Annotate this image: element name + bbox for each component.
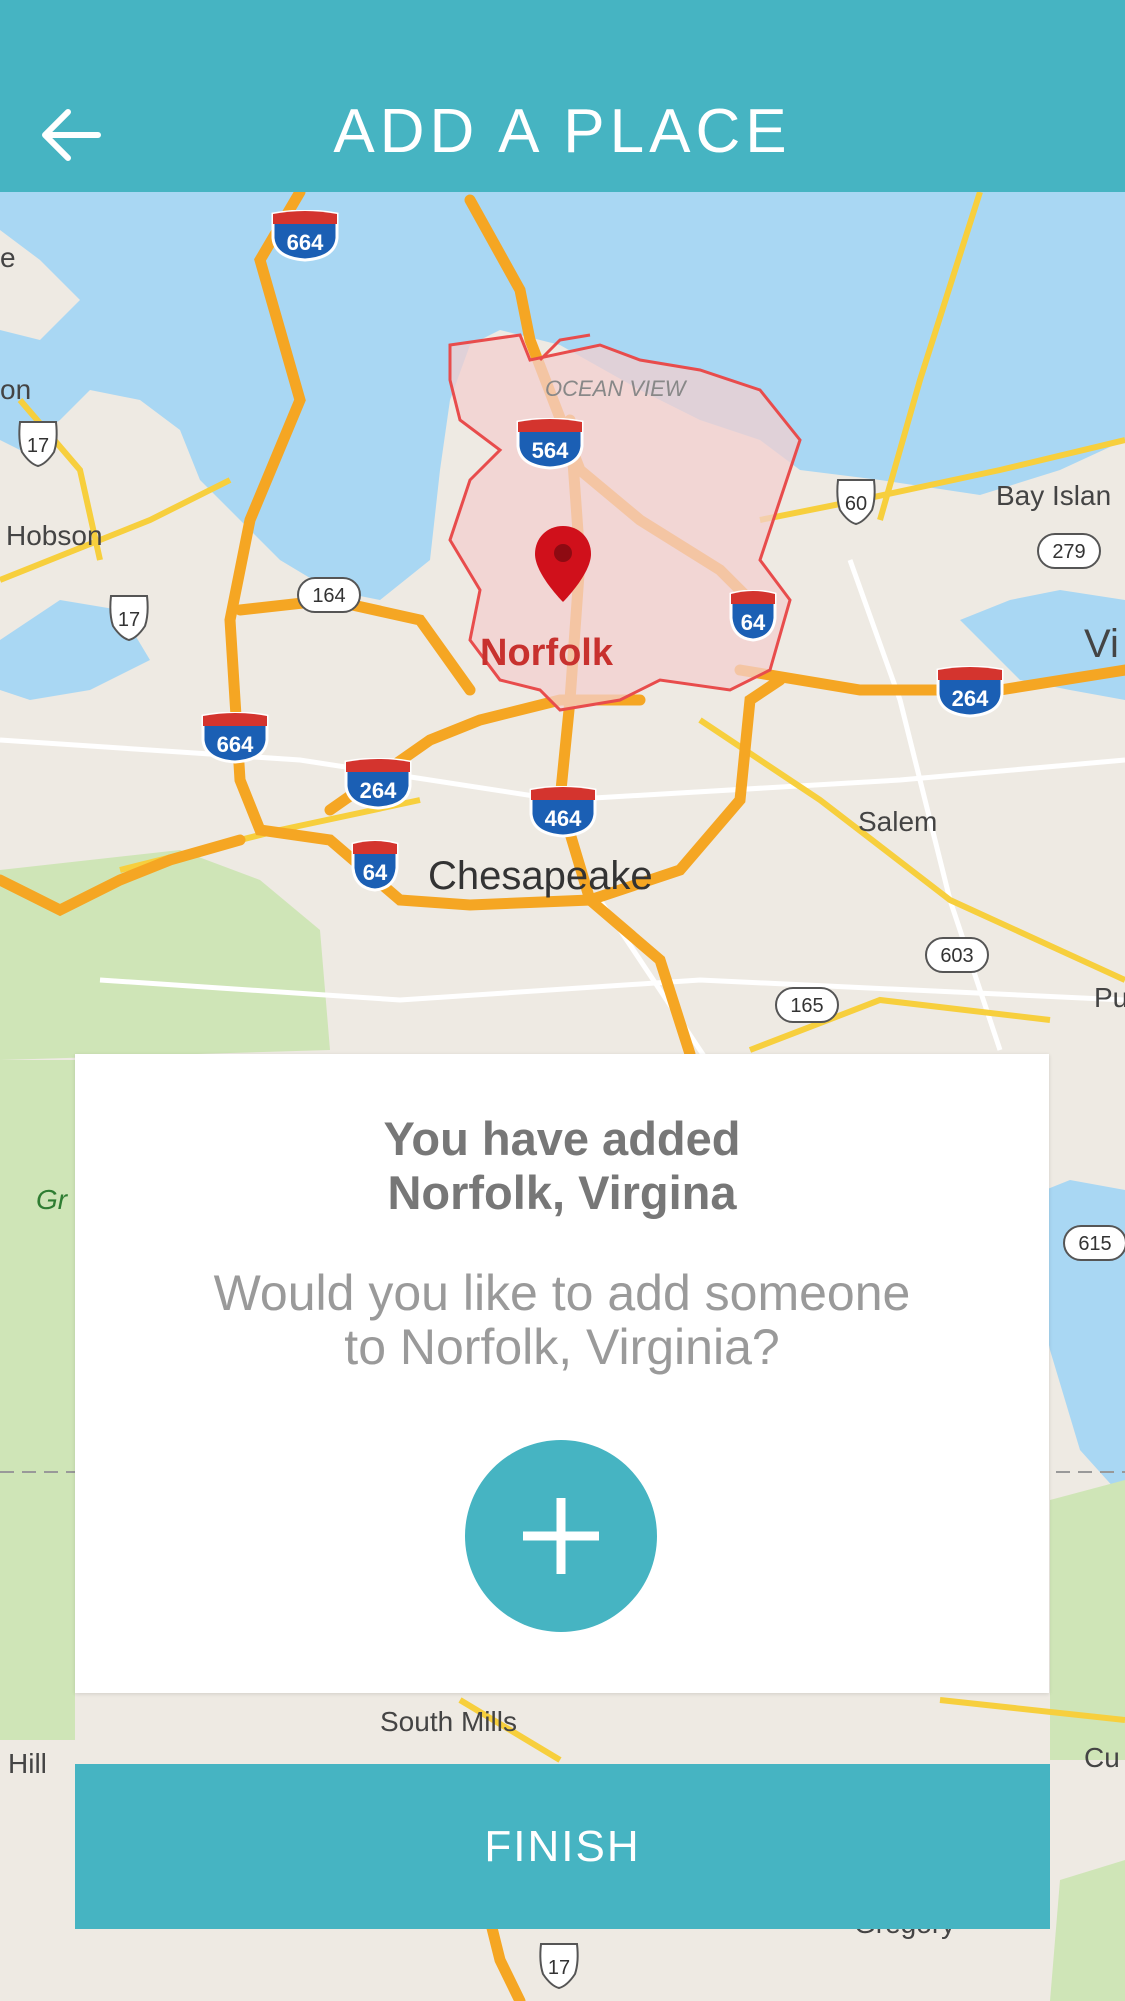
place-added-card: You have added Norfolk, Virgina Would yo… (75, 1054, 1049, 1693)
map-label-chesapeake: Chesapeake (428, 854, 653, 898)
card-title-line2: Norfolk, Virgina (387, 1166, 737, 1219)
shield-number: 615 (1078, 1233, 1111, 1255)
us-route-17-shield-icon: 17 (109, 595, 149, 642)
map-label-vi: Vi (1084, 622, 1119, 666)
map-label-gr: Gr (36, 1184, 68, 1215)
shield-number: 264 (360, 778, 397, 803)
shield-number: 17 (548, 1957, 570, 1979)
shield-number: 664 (217, 732, 254, 757)
shield-number: 17 (118, 609, 140, 631)
map-label-salem: Salem (858, 806, 938, 837)
shield-number: 165 (790, 995, 823, 1017)
shield-number: 464 (545, 806, 582, 831)
shield-number: 279 (1052, 541, 1085, 563)
map-pin-icon[interactable] (533, 524, 593, 604)
map-label-norfolk: Norfolk (480, 632, 613, 674)
map-label-ocean-view: OCEAN VIEW (545, 376, 686, 401)
finish-button[interactable]: FINISH (75, 1764, 1050, 1929)
interstate-664-shield-icon: 664 (201, 712, 269, 764)
shield-number: 664 (287, 230, 324, 255)
map-label-pu: Pu (1094, 982, 1125, 1013)
interstate-464-shield-icon: 464 (529, 786, 597, 838)
interstate-664-shield-icon: 664 (271, 210, 339, 262)
card-question-line2: to Norfolk, Virginia? (344, 1319, 780, 1375)
page-title: ADD A PLACE (333, 97, 792, 166)
card-title: You have added Norfolk, Virgina (75, 1112, 1049, 1220)
map-label-cu: Cu (1084, 1742, 1120, 1773)
map-label-on: on (0, 374, 32, 405)
map-label-south-mills: South Mills (380, 1706, 517, 1737)
interstate-564-shield-icon: 564 (516, 418, 584, 470)
state-route-164-sign-icon: 164 (297, 577, 361, 613)
interstate-264-shield-icon: 264 (936, 666, 1004, 718)
map-label-hobson: Hobson (6, 520, 103, 551)
card-question-line1: Would you like to add someone (213, 1265, 911, 1321)
map-label-e: e (0, 242, 16, 273)
us-route-17-shield-icon: 17 (18, 421, 58, 468)
map-label-hill: Hill (8, 1748, 47, 1779)
card-question: Would you like to add someone to Norfolk… (105, 1266, 1019, 1374)
shield-number: 17 (27, 435, 49, 457)
shield-number: 603 (940, 945, 973, 967)
app-header: ADD A PLACE (0, 0, 1125, 192)
plus-icon (523, 1498, 599, 1574)
shield-number: 564 (532, 438, 569, 463)
add-person-button[interactable] (465, 1440, 657, 1632)
state-route-615-sign-icon: 615 (1063, 1225, 1125, 1261)
shield-number: 264 (952, 686, 989, 711)
shield-number: 164 (312, 585, 345, 607)
interstate-64-shield-icon: 64 (729, 590, 777, 642)
us-route-60-shield-icon: 60 (836, 479, 876, 526)
interstate-64-shield-icon: 64 (351, 840, 399, 892)
state-route-165-sign-icon: 165 (775, 987, 839, 1023)
shield-number: 60 (845, 493, 867, 515)
us-route-17-shield-icon: 17 (539, 1943, 579, 1990)
shield-number: 64 (363, 860, 388, 885)
state-route-279-sign-icon: 279 (1037, 533, 1101, 569)
shield-number: 64 (741, 610, 766, 635)
map-label-bay-island: Bay Islan (996, 480, 1112, 511)
state-route-603-sign-icon: 603 (925, 937, 989, 973)
card-title-line1: You have added (383, 1112, 741, 1165)
interstate-264-shield-icon: 264 (344, 758, 412, 810)
